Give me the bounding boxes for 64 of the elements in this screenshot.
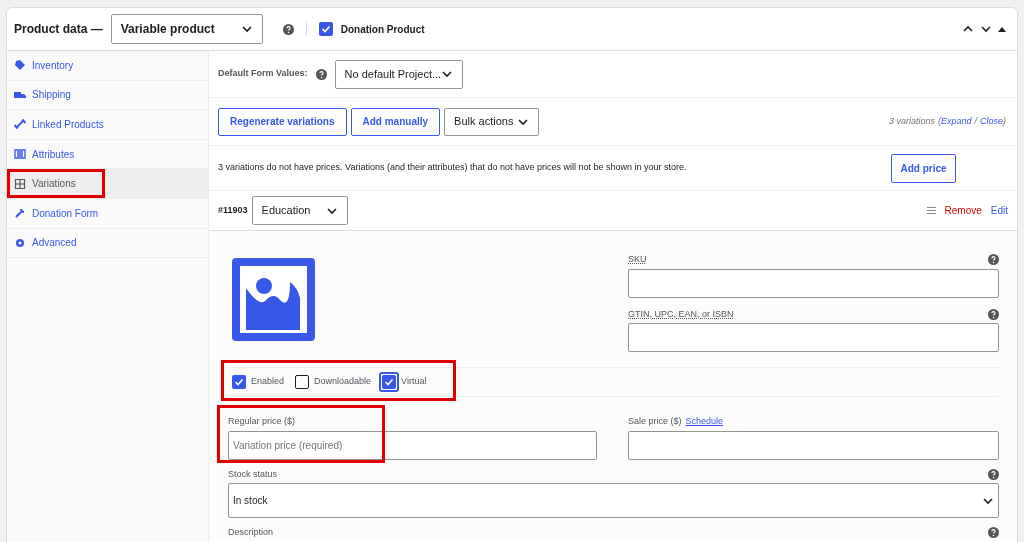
field-label: SKU [628,253,647,266]
checkmark-icon [234,377,244,387]
field-label: Stock status [228,467,278,481]
checkbox-label: Donation Product [340,22,425,37]
paren-text: ( [937,114,941,128]
variation-id: #11903 [218,203,248,217]
product-type-select[interactable]: Variable product [110,14,263,44]
list-icon [14,148,26,161]
help-icon[interactable] [988,308,999,320]
help-icon[interactable] [282,23,294,35]
stock-status-select[interactable]: In stock [228,483,999,518]
notice-text: 3 variations do not have prices. Variations (and their attributes) that do not have prices will not be shown in your store. [218,161,688,175]
sidebar-tab[interactable]: Donation Form [7,198,208,229]
image-placeholder-icon[interactable] [232,258,315,341]
tag-icon [14,59,26,72]
chevron-down-icon [240,23,253,35]
attribute-select[interactable]: Education [251,196,348,225]
move-down-icon [980,23,992,35]
gear-icon [14,236,26,249]
bulk-actions-select[interactable]: Bulk actions [444,107,540,136]
help-icon[interactable] [315,68,327,80]
schedule-link[interactable]: Schedule [685,415,724,429]
remove-link[interactable]: Remove [944,203,982,218]
field-label: Description [228,526,274,539]
help-icon[interactable] [988,468,999,480]
help-icon[interactable] [988,527,999,539]
default-values-select[interactable]: No default Project... [334,59,464,89]
checkmark-icon [384,377,395,387]
checkbox[interactable] [295,375,310,389]
text-field[interactable] [628,268,999,298]
link-icon [14,118,26,131]
sidebar-tab[interactable]: Advanced [7,228,208,259]
checkbox-label: Virtual [401,375,427,389]
price-field[interactable] [628,430,999,460]
field-label: Default Form Values: [218,67,308,81]
drag-handle-icon[interactable] [926,207,936,214]
checkbox-label: Downloadable [314,375,372,389]
panel-title: Product data — [14,21,103,38]
chevron-down-icon [441,68,454,80]
sidebar-tab[interactable]: Linked Products [7,110,208,140]
price-field[interactable]: Variation price (required) [228,430,597,460]
checkbox-label: Enabled [251,375,285,389]
grid-icon [14,177,26,190]
checkbox[interactable] [318,22,333,36]
field-label: Sale price ($) [628,415,682,428]
paren-text: ) [1003,114,1006,128]
field-label: GTIN, UPC, EAN, or ISBN [628,307,734,321]
separator-text: / [974,114,977,128]
sidebar-tab[interactable]: Variations [7,169,208,199]
field-label: Regular price ($) [228,415,297,428]
edit-link[interactable]: Edit [990,203,1008,218]
toolbar-button[interactable]: Regenerate variations [218,107,347,136]
checkbox[interactable] [232,375,246,389]
wrench-icon [14,207,26,220]
variation-count: 3 variations [888,114,935,128]
checkmark-icon [320,24,331,34]
sidebar-tab[interactable]: Inventory [7,51,208,81]
close-link[interactable]: Close [980,114,1003,129]
add-price-button[interactable]: Add price [891,153,956,183]
toolbar-button[interactable]: Add manually [350,107,441,136]
help-icon[interactable] [988,254,999,266]
text-field[interactable] [628,323,999,352]
collapse-icon[interactable] [998,26,1006,32]
sidebar-tab[interactable]: Shipping [7,80,208,111]
